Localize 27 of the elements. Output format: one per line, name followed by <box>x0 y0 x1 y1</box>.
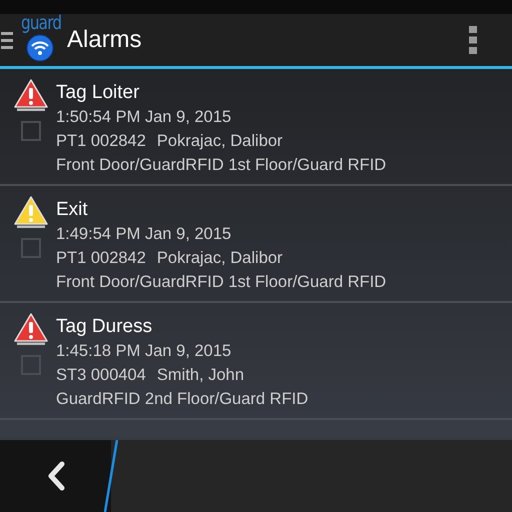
person-name: Pokrajac, Dalibor <box>156 131 283 152</box>
menu-icon[interactable] <box>1 30 13 50</box>
alarm-time: 1:50:54 PM Jan 9, 2015 <box>56 107 232 128</box>
alarm-location: Front Door/GuardRFID 1st Floor/Guard RFID <box>56 155 386 176</box>
person-name: Pokrajac, Dalibor <box>156 248 283 269</box>
alarm-location: Front Door/GuardRFID 1st Floor/Guard RFID <box>56 272 386 293</box>
checkbox[interactable] <box>21 121 41 141</box>
alarm-title: Tag Loiter <box>56 81 140 105</box>
tag-id: ST3 000404 <box>56 365 146 386</box>
divider-line <box>104 440 118 512</box>
checkbox[interactable] <box>21 355 41 375</box>
alarm-item[interactable]: Tag Loiter 1:50:54 PM Jan 9, 2015 PT1 002842 Pokrajac, Dalibor Front Door/GuardRFID 1st Floor/Guard RFID <box>0 69 512 186</box>
tag-id: PT1 002842 <box>56 248 146 269</box>
overflow-menu-icon[interactable] <box>468 25 478 55</box>
alarm-item[interactable]: Exit 1:49:54 PM Jan 9, 2015 PT1 002842 Pokrajac, Dalibor Front Door/GuardRFID 1st Floor/Guard RFID <box>0 186 512 303</box>
alarm-time: 1:49:54 PM Jan 9, 2015 <box>56 224 232 245</box>
alarm-title: Exit <box>56 198 89 222</box>
alarm-location: GuardRFID 2nd Floor/Guard RFID <box>56 389 308 410</box>
wifi-icon <box>26 34 54 62</box>
person-name: Smith, John <box>156 365 244 386</box>
logo-text: guard <box>21 12 62 34</box>
alarm-title: Tag Duress <box>56 315 154 339</box>
back-icon[interactable] <box>46 461 66 491</box>
screen-title: Alarms <box>67 26 142 54</box>
checkbox[interactable] <box>21 238 41 258</box>
alarm-time: 1:45:18 PM Jan 9, 2015 <box>56 341 232 362</box>
tag-id: PT1 002842 <box>56 131 146 152</box>
